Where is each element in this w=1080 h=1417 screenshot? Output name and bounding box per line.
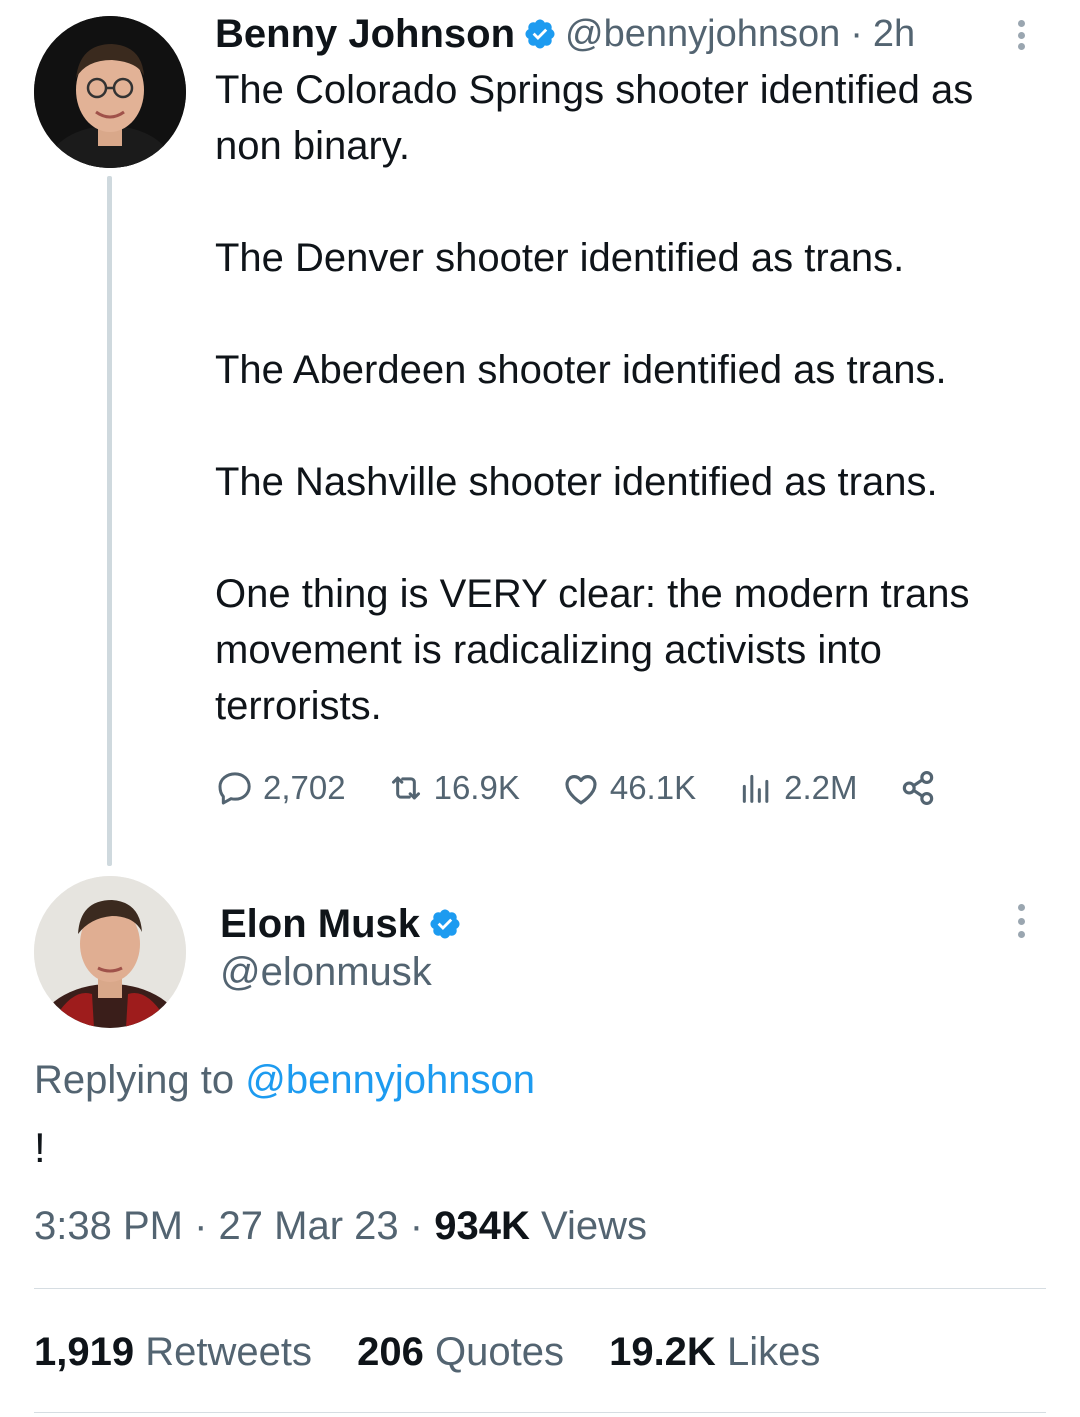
separator-dot: · bbox=[409, 1204, 424, 1248]
divider bbox=[34, 1412, 1046, 1413]
views-count: 2.2M bbox=[784, 769, 858, 806]
separator-dot: · bbox=[850, 12, 863, 55]
reply-views-count: 934K bbox=[434, 1204, 530, 1248]
views-button[interactable]: 2.2M bbox=[736, 768, 857, 808]
reply-author-row: Elon Musk bbox=[220, 898, 470, 950]
reply-date[interactable]: 27 Mar 23 bbox=[219, 1204, 399, 1248]
reply-stats: 1,919 Retweets 206 Quotes 19.2K Likes bbox=[34, 1330, 854, 1375]
author-display-name[interactable]: Benny Johnson bbox=[215, 12, 515, 57]
views-icon bbox=[742, 774, 769, 803]
retweets-count: 1,919 bbox=[34, 1330, 135, 1374]
separator-dot: · bbox=[194, 1204, 208, 1248]
retweets-stat[interactable]: 1,919 Retweets bbox=[34, 1330, 323, 1374]
reply-text: ! bbox=[34, 1124, 46, 1171]
tweet-paragraph: The Colorado Springs shooter identified … bbox=[215, 68, 974, 168]
avatar-elonmusk[interactable] bbox=[34, 876, 186, 1028]
likes-stat[interactable]: 19.2K Likes bbox=[609, 1330, 820, 1374]
verified-badge-icon bbox=[523, 17, 557, 51]
reply-count: 2,702 bbox=[263, 769, 346, 806]
retweets-label: Retweets bbox=[145, 1330, 312, 1374]
tweet-text: The Colorado Springs shooter identified … bbox=[215, 62, 1045, 734]
reply-views-label: Views bbox=[540, 1204, 647, 1248]
reply-author-display-name[interactable]: Elon Musk bbox=[220, 902, 420, 947]
replying-to-label: Replying to bbox=[34, 1058, 235, 1102]
tweet-paragraph: The Nashville shooter identified as tran… bbox=[215, 460, 938, 504]
like-count: 46.1K bbox=[609, 769, 697, 806]
thread-connector-line bbox=[107, 176, 112, 866]
tweet-header: Benny Johnson @bennyjohnson · 2h bbox=[215, 8, 915, 60]
reply-time[interactable]: 3:38 PM bbox=[34, 1204, 183, 1248]
quotes-count: 206 bbox=[357, 1330, 424, 1374]
likes-count: 19.2K bbox=[609, 1330, 716, 1374]
share-icon bbox=[903, 771, 934, 805]
retweet-count: 16.9K bbox=[433, 769, 520, 806]
tweet-paragraph: One thing is VERY clear: the modern tran… bbox=[215, 572, 970, 728]
replying-to-line: Replying to @bennyjohnson bbox=[34, 1058, 535, 1103]
more-icon[interactable] bbox=[1018, 904, 1026, 938]
retweet-button[interactable]: 16.9K bbox=[386, 768, 520, 808]
divider bbox=[34, 1288, 1046, 1289]
reply-button[interactable]: 2,702 bbox=[215, 768, 346, 808]
more-icon[interactable] bbox=[1018, 20, 1026, 50]
share-button[interactable] bbox=[897, 767, 947, 809]
like-button[interactable]: 46.1K bbox=[560, 767, 696, 809]
likes-label: Likes bbox=[726, 1330, 821, 1374]
quotes-label: Quotes bbox=[434, 1330, 564, 1374]
replying-to-mention[interactable]: @bennyjohnson bbox=[245, 1058, 535, 1102]
verified-badge-icon bbox=[428, 907, 462, 941]
reply-meta: 3:38 PM · 27 Mar 23 · 934K Views bbox=[34, 1204, 647, 1249]
retweet-icon bbox=[391, 776, 420, 800]
tweet-paragraph: The Aberdeen shooter identified as trans… bbox=[215, 348, 947, 392]
reply-icon bbox=[218, 772, 251, 805]
tweet-action-bar: 2,702 16.9K 46.1K 2.2M bbox=[215, 760, 1035, 816]
quotes-stat[interactable]: 206 Quotes bbox=[357, 1330, 575, 1374]
like-icon bbox=[565, 775, 597, 805]
reply-author-handle[interactable]: @elonmusk bbox=[220, 950, 432, 995]
timestamp[interactable]: 2h bbox=[873, 13, 915, 56]
avatar-bennyjohnson[interactable] bbox=[34, 16, 186, 168]
author-handle[interactable]: @bennyjohnson bbox=[565, 13, 840, 56]
tweet-paragraph: The Denver shooter identified as trans. bbox=[215, 236, 905, 280]
